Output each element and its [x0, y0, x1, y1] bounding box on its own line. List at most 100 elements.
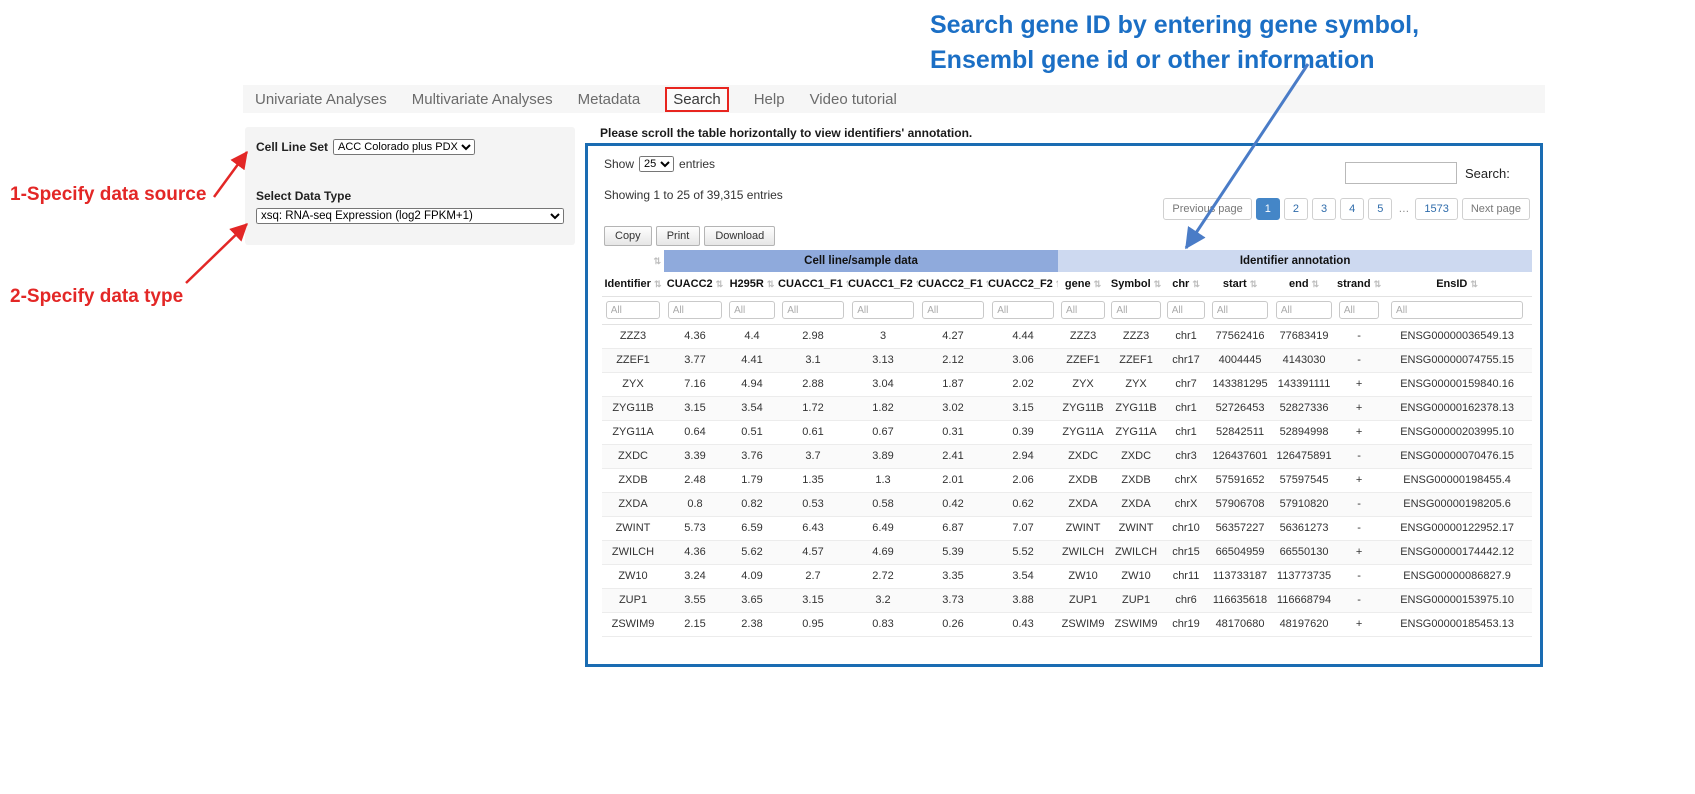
- sort-icon[interactable]: ⇅: [1056, 279, 1058, 289]
- page-button-1573[interactable]: 1573: [1415, 198, 1457, 220]
- cell-cuacc2: 0.8: [664, 492, 726, 516]
- filter-cell: [1272, 296, 1336, 324]
- column-header-cuacc1-f2[interactable]: CUACC1_F2⇅: [848, 272, 918, 296]
- filter-input-cuacc2-f1[interactable]: [922, 301, 984, 319]
- cell-cuacc1-f1: 3.1: [778, 348, 848, 372]
- sort-icon[interactable]: ⇅: [1312, 279, 1320, 289]
- cell-symbol: ZSWIM9: [1108, 612, 1164, 636]
- sort-icon[interactable]: ⇅: [1250, 279, 1258, 289]
- column-header-end[interactable]: end⇅: [1272, 272, 1336, 296]
- nav-item-univariate-analyses[interactable]: Univariate Analyses: [255, 91, 387, 108]
- cell-h295r: 4.09: [726, 564, 778, 588]
- sort-icon[interactable]: ⇅: [767, 279, 775, 289]
- cell-h295r: 5.62: [726, 540, 778, 564]
- cell-cuacc1-f1: 2.98: [778, 324, 848, 348]
- sort-icon[interactable]: ⇅: [654, 279, 662, 289]
- column-header-label: chr: [1172, 278, 1189, 290]
- filter-input-start[interactable]: [1212, 301, 1268, 319]
- column-header-cuacc2[interactable]: CUACC2⇅: [664, 272, 726, 296]
- filter-input-cuacc1-f1[interactable]: [782, 301, 844, 319]
- cell-start: 126437601: [1208, 444, 1272, 468]
- filter-input-ensid[interactable]: [1391, 301, 1523, 319]
- filter-input-gene[interactable]: [1061, 301, 1105, 319]
- sort-icon[interactable]: ⇅: [1192, 279, 1200, 289]
- cell-cuacc1-f1: 3.7: [778, 444, 848, 468]
- cell-h295r: 3.54: [726, 396, 778, 420]
- next-page-button[interactable]: Next page: [1462, 198, 1530, 220]
- filter-input-chr[interactable]: [1167, 301, 1206, 319]
- page-button-3[interactable]: 3: [1312, 198, 1336, 220]
- cell-cuacc1-f2: 3.89: [848, 444, 918, 468]
- sort-icon[interactable]: ⇅: [716, 279, 724, 289]
- filter-input-cuacc1-f2[interactable]: [852, 301, 914, 319]
- cell-strand: -: [1336, 516, 1382, 540]
- filter-input-cuacc2[interactable]: [668, 301, 723, 319]
- cell-chr: chr17: [1164, 348, 1208, 372]
- column-header-ensid[interactable]: EnsID⇅: [1382, 272, 1532, 296]
- print-button[interactable]: Print: [656, 226, 701, 246]
- column-header-symbol[interactable]: Symbol⇅: [1108, 272, 1164, 296]
- cell-strand: -: [1336, 588, 1382, 612]
- cell-chr: chr1: [1164, 420, 1208, 444]
- column-header-strand[interactable]: strand⇅: [1336, 272, 1382, 296]
- data-type-select[interactable]: xsq: RNA-seq Expression (log2 FPKM+1): [256, 208, 564, 224]
- table-row: ZYG11A0.640.510.610.670.310.39ZYG11AZYG1…: [602, 420, 1532, 444]
- column-header-start[interactable]: start⇅: [1208, 272, 1272, 296]
- search-input[interactable]: [1345, 162, 1457, 184]
- cell-line-set-select[interactable]: ACC Colorado plus PDX: [333, 139, 475, 155]
- cell-cuacc1-f2: 3: [848, 324, 918, 348]
- cell-symbol: ZZEF1: [1108, 348, 1164, 372]
- previous-page-button[interactable]: Previous page: [1163, 198, 1251, 220]
- column-header-h295r[interactable]: H295R⇅: [726, 272, 778, 296]
- sort-icon[interactable]: ⇅: [653, 256, 661, 266]
- nav-item-search[interactable]: Search: [665, 87, 729, 112]
- table-row: ZZZ34.364.42.9834.274.44ZZZ3ZZZ3chr17756…: [602, 324, 1532, 348]
- cell-cuacc2: 3.55: [664, 588, 726, 612]
- filter-input-identifier[interactable]: [606, 301, 661, 319]
- nav-item-help[interactable]: Help: [754, 91, 785, 108]
- column-header-label: CUACC1_F2: [848, 278, 913, 290]
- cell-cuacc2-f2: 5.52: [988, 540, 1058, 564]
- cell-cuacc1-f2: 3.13: [848, 348, 918, 372]
- page-button-4[interactable]: 4: [1340, 198, 1364, 220]
- cell-cuacc2-f1: 2.01: [918, 468, 988, 492]
- page-button-2[interactable]: 2: [1284, 198, 1308, 220]
- column-header-cuacc2-f2[interactable]: CUACC2_F2⇅: [988, 272, 1058, 296]
- filter-input-h295r[interactable]: [729, 301, 775, 319]
- red-arrow-1: [214, 152, 247, 197]
- column-header-chr[interactable]: chr⇅: [1164, 272, 1208, 296]
- page-length-select[interactable]: 25: [639, 156, 674, 172]
- filter-input-cuacc2-f2[interactable]: [992, 301, 1054, 319]
- data-source-panel: Cell Line Set ACC Colorado plus PDX Sele…: [245, 127, 575, 245]
- cell-start: 113733187: [1208, 564, 1272, 588]
- cell-cuacc2-f2: 3.15: [988, 396, 1058, 420]
- column-header-gene[interactable]: gene⇅: [1058, 272, 1108, 296]
- page-button-1[interactable]: 1: [1256, 198, 1280, 220]
- cell-identifier: ZXDB: [602, 468, 664, 492]
- table-row: ZXDC3.393.763.73.892.412.94ZXDCZXDCchr31…: [602, 444, 1532, 468]
- cell-h295r: 4.4: [726, 324, 778, 348]
- cell-cuacc2-f2: 2.06: [988, 468, 1058, 492]
- cell-end: 4143030: [1272, 348, 1336, 372]
- cell-gene: ZZZ3: [1058, 324, 1108, 348]
- cell-cuacc1-f2: 6.49: [848, 516, 918, 540]
- nav-item-metadata[interactable]: Metadata: [578, 91, 641, 108]
- filter-input-end[interactable]: [1276, 301, 1332, 319]
- column-header-cuacc2-f1[interactable]: CUACC2_F1⇅: [918, 272, 988, 296]
- sort-icon[interactable]: ⇅: [1154, 279, 1162, 289]
- nav-item-video-tutorial[interactable]: Video tutorial: [810, 91, 897, 108]
- cell-end: 48197620: [1272, 612, 1336, 636]
- sort-icon[interactable]: ⇅: [1470, 279, 1478, 289]
- page-button-5[interactable]: 5: [1368, 198, 1392, 220]
- nav-item-multivariate-analyses[interactable]: Multivariate Analyses: [412, 91, 553, 108]
- filter-input-symbol[interactable]: [1111, 301, 1160, 319]
- filter-cell: [726, 296, 778, 324]
- sort-icon[interactable]: ⇅: [1374, 279, 1382, 289]
- filter-input-strand[interactable]: [1339, 301, 1379, 319]
- copy-button[interactable]: Copy: [604, 226, 652, 246]
- cell-identifier: ZZZ3: [602, 324, 664, 348]
- column-header-identifier[interactable]: Identifier⇅: [602, 272, 664, 296]
- sort-icon[interactable]: ⇅: [1094, 279, 1102, 289]
- column-header-cuacc1-f1[interactable]: CUACC1_F1⇅: [778, 272, 848, 296]
- download-button[interactable]: Download: [704, 226, 775, 246]
